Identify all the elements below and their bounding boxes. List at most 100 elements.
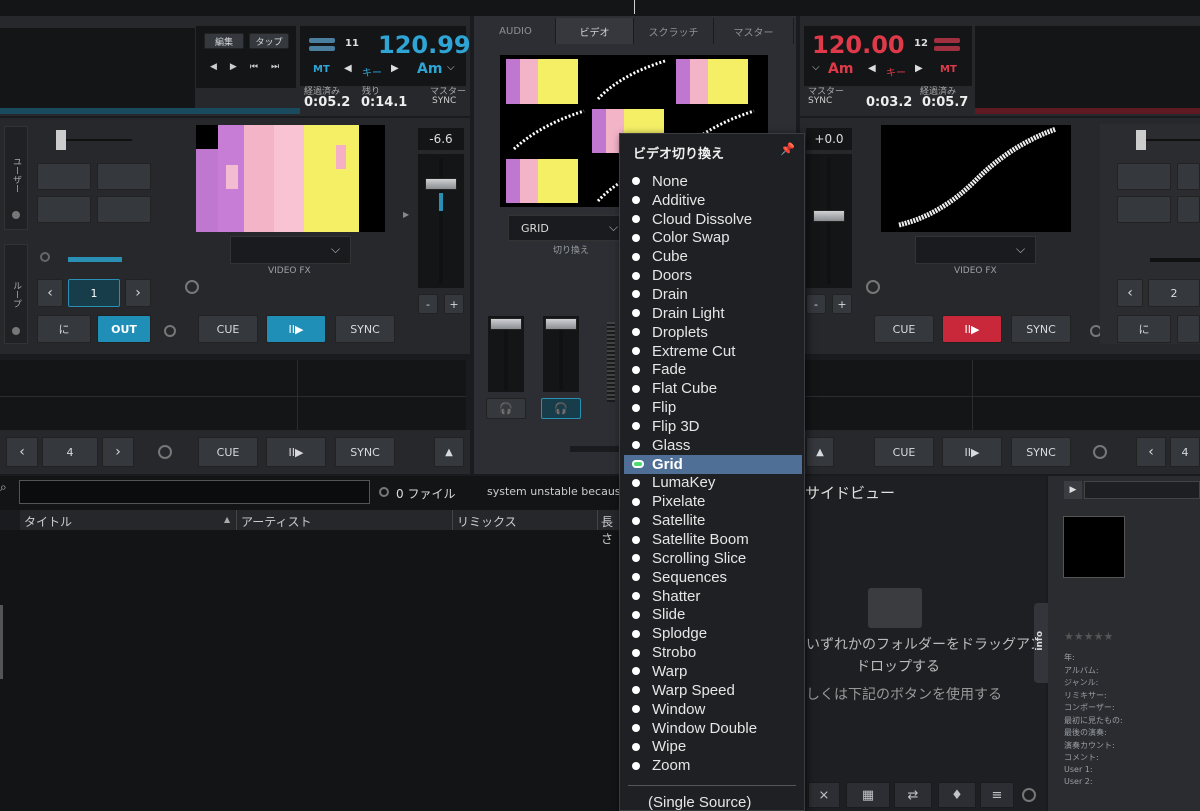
menu-item-none[interactable]: None bbox=[624, 172, 802, 191]
right-volume-knob[interactable] bbox=[545, 318, 577, 330]
left-pitch-display[interactable]: -6.6 bbox=[418, 128, 464, 150]
lower-right-dot[interactable] bbox=[1093, 445, 1107, 459]
menu-item-window-double[interactable]: Window Double bbox=[624, 719, 802, 738]
left-sync-button[interactable]: SYNC bbox=[335, 315, 395, 343]
left-headphone-icon[interactable]: 🎧 bbox=[486, 398, 526, 419]
left-videofx-enable[interactable] bbox=[185, 280, 199, 294]
info-tab[interactable]: info bbox=[1034, 603, 1048, 683]
lower-loop-value[interactable]: 4 bbox=[42, 437, 98, 467]
left-preview-arrow-icon[interactable]: ▶ bbox=[403, 210, 409, 219]
right-key-down-icon[interactable]: ◀ bbox=[868, 63, 876, 74]
left-pad-3[interactable] bbox=[37, 196, 91, 223]
pin-icon[interactable]: 📌 bbox=[780, 142, 795, 156]
menu-item-satellite[interactable]: Satellite bbox=[624, 511, 802, 530]
lower-left-cue[interactable]: CUE bbox=[198, 437, 258, 467]
menu-item-wipe[interactable]: Wipe bbox=[624, 738, 802, 757]
left-edge-handle[interactable] bbox=[0, 605, 3, 679]
menu-item-strobo[interactable]: Strobo bbox=[624, 643, 802, 662]
loop-tab[interactable]: ループ bbox=[4, 244, 28, 344]
menu-item-satellite-boom[interactable]: Satellite Boom bbox=[624, 530, 802, 549]
sideview-queue-icon[interactable]: ≡ bbox=[980, 782, 1014, 808]
menu-item-splodge[interactable]: Splodge bbox=[624, 624, 802, 643]
right-play-button[interactable]: II▶ bbox=[942, 315, 1002, 343]
sideview-record-dot[interactable] bbox=[1022, 788, 1036, 802]
menu-item-additive[interactable]: Additive bbox=[624, 191, 802, 210]
sideview-grid-icon[interactable]: ▦ bbox=[846, 782, 890, 808]
tab-video[interactable]: ビデオ bbox=[556, 18, 634, 44]
right-pitch-display[interactable]: +0.0 bbox=[806, 128, 852, 150]
left-volume-knob[interactable] bbox=[490, 318, 522, 330]
tab-scratch[interactable]: スクラッチ bbox=[634, 18, 714, 44]
loop-size-display[interactable]: 1 bbox=[68, 279, 120, 307]
right-loop-slider[interactable] bbox=[1150, 258, 1200, 262]
menu-item-single-source[interactable]: (Single Source) bbox=[648, 794, 751, 811]
left-pitch-minus[interactable]: - bbox=[418, 294, 438, 314]
left-pitch-track[interactable] bbox=[439, 158, 443, 284]
loop-slider[interactable] bbox=[68, 257, 122, 262]
left-key-up-icon[interactable]: ▶ bbox=[391, 63, 399, 74]
right-pitch-knob[interactable] bbox=[813, 210, 845, 222]
tab-master[interactable]: マスター bbox=[714, 18, 794, 44]
right-pad-4[interactable] bbox=[1177, 196, 1200, 223]
menu-item-fade[interactable]: Fade bbox=[624, 361, 802, 380]
right-loop-prev-button[interactable]: ‹ bbox=[1117, 279, 1143, 307]
column-artist[interactable]: アーティスト bbox=[241, 513, 312, 530]
left-settings-gear-icon[interactable] bbox=[164, 325, 176, 337]
left-key-value[interactable]: Am bbox=[417, 61, 442, 77]
right-filter-track[interactable] bbox=[1146, 139, 1200, 141]
menu-item-flip[interactable]: Flip bbox=[624, 398, 802, 417]
right-headphone-icon[interactable]: 🎧 bbox=[541, 398, 581, 419]
lower-right-cue[interactable]: CUE bbox=[874, 437, 934, 467]
loop-next-button[interactable]: › bbox=[125, 279, 151, 307]
right-loop-out-button[interactable] bbox=[1177, 315, 1200, 343]
tap-button[interactable]: タップ bbox=[249, 33, 289, 49]
search-icon[interactable]: ⌕ bbox=[0, 480, 7, 495]
menu-item-shatter[interactable]: Shatter bbox=[624, 587, 802, 606]
crossfader-track[interactable] bbox=[570, 446, 620, 452]
loop-in-button[interactable]: に bbox=[37, 315, 91, 343]
right-filter-knob[interactable] bbox=[1136, 130, 1146, 150]
left-mt-label[interactable]: MT bbox=[313, 64, 330, 75]
sort-asc-icon[interactable]: ▲ bbox=[224, 515, 230, 524]
right-videofx-chevron-icon[interactable]: ⌵ bbox=[1016, 242, 1025, 257]
left-pad-4[interactable] bbox=[97, 196, 151, 223]
lower-loop-prev[interactable]: ‹ bbox=[6, 437, 38, 467]
menu-item-cloud-dissolve[interactable]: Cloud Dissolve bbox=[624, 210, 802, 229]
left-pitch-plus[interactable]: + bbox=[444, 294, 464, 314]
right-loop-size-display[interactable]: 2 bbox=[1148, 279, 1200, 307]
menu-item-drain-light[interactable]: Drain Light bbox=[624, 304, 802, 323]
left-sync-small[interactable]: SYNC bbox=[432, 96, 456, 106]
rating-stars[interactable]: ★★★★★ bbox=[1064, 630, 1113, 643]
menu-item-extreme-cut[interactable]: Extreme Cut bbox=[624, 342, 802, 361]
search-input[interactable] bbox=[19, 480, 370, 504]
loop-out-button[interactable]: OUT bbox=[97, 315, 151, 343]
menu-item-glass[interactable]: Glass bbox=[624, 436, 802, 455]
menu-item-droplets[interactable]: Droplets bbox=[624, 323, 802, 342]
menu-item-flat-cube[interactable]: Flat Cube bbox=[624, 379, 802, 398]
lower-left-sync[interactable]: SYNC bbox=[335, 437, 395, 467]
lower-left-dot[interactable] bbox=[158, 445, 172, 459]
menu-item-zoom[interactable]: Zoom bbox=[624, 756, 802, 775]
menu-item-pixelate[interactable]: Pixelate bbox=[624, 492, 802, 511]
tab-audio[interactable]: AUDIO bbox=[476, 18, 556, 44]
menu-item-window[interactable]: Window bbox=[624, 700, 802, 719]
right-sync-small[interactable]: SYNC bbox=[808, 96, 832, 106]
menu-item-slide[interactable]: Slide bbox=[624, 606, 802, 625]
left-pitch-knob[interactable] bbox=[425, 178, 457, 190]
right-cue-button[interactable]: CUE bbox=[874, 315, 934, 343]
right-key-value[interactable]: Am bbox=[828, 61, 853, 77]
user-pads-tab[interactable]: ユーザー bbox=[4, 126, 28, 230]
left-play-button[interactable]: II▶ bbox=[266, 315, 326, 343]
left-key-chevron-icon[interactable]: ⌵ bbox=[447, 62, 455, 73]
menu-item-flip-3d[interactable]: Flip 3D bbox=[624, 417, 802, 436]
menu-item-sequences[interactable]: Sequences bbox=[624, 568, 802, 587]
left-filter-track[interactable] bbox=[66, 139, 132, 141]
left-pad-2[interactable] bbox=[97, 163, 151, 190]
lower-right-eject-icon[interactable]: ▲ bbox=[806, 437, 834, 467]
left-videofx-select[interactable]: ⌵ bbox=[230, 236, 351, 264]
left-filter-knob[interactable] bbox=[56, 130, 66, 150]
right-videofx-select[interactable]: ⌵ bbox=[915, 236, 1036, 264]
transport-mini-icons[interactable]: ◀▶⏮⏭ bbox=[210, 62, 292, 72]
column-remix[interactable]: リミックス bbox=[457, 513, 517, 530]
menu-item-warp-speed[interactable]: Warp Speed bbox=[624, 681, 802, 700]
